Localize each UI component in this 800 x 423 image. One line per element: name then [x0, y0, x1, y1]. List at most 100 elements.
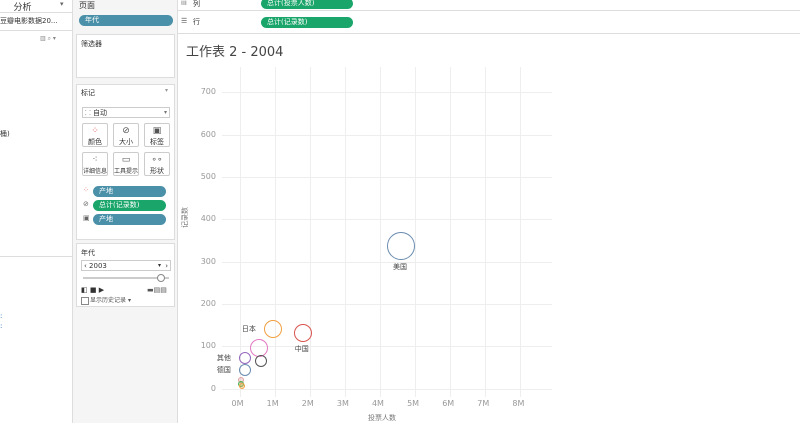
year-card-title: 年代: [81, 249, 95, 257]
plot-area[interactable]: 美国 日本 中国 其他 德国: [217, 67, 552, 397]
shape-button[interactable]: ∘∘ 形状: [144, 152, 170, 176]
rows-shelf-icon: ☰: [181, 17, 188, 25]
y-gridline: [222, 219, 552, 221]
y-gridline: [222, 134, 552, 136]
x-tick-label: 6M: [442, 399, 455, 408]
x-tick-label: 0M: [231, 399, 244, 408]
y-gridline: [222, 346, 552, 348]
year-slider-thumb[interactable]: [157, 274, 165, 282]
tooltip-icon: ▭: [121, 155, 131, 165]
step-back-icon[interactable]: ◧: [81, 286, 88, 294]
scatter-point[interactable]: [387, 232, 416, 261]
filters-card: 筛选器: [76, 34, 175, 78]
stop-icon[interactable]: ■: [90, 286, 97, 294]
filters-title: 筛选器: [81, 40, 102, 48]
y-tick-label: 100: [200, 341, 216, 351]
sheet-title: 工作表 2 - 2004: [186, 45, 284, 60]
y-tick-label: 700: [200, 87, 216, 97]
datasource-name[interactable]: 豆瓣电影数据20...: [0, 16, 72, 26]
pill-icon-color: ⁘: [83, 186, 89, 194]
scatter-point[interactable]: [293, 324, 312, 343]
y-tick-label: 0: [210, 383, 216, 393]
playback-controls[interactable]: ◧ ■ ▶: [81, 286, 104, 294]
scatter-point[interactable]: [263, 319, 282, 338]
y-tick-label: 600: [200, 129, 216, 139]
marks-pill-label[interactable]: 产地: [93, 214, 166, 225]
mark-type-select[interactable]: ⸬ 自动 ▾: [82, 107, 170, 118]
tooltip-button[interactable]: ▭ 工具提示: [113, 152, 139, 176]
tab-analysis[interactable]: 分析: [0, 0, 45, 13]
x-gridline: [485, 67, 487, 397]
y-tick-label: 500: [200, 172, 216, 181]
point-label: 美国: [393, 263, 408, 272]
year-select[interactable]: ‹ 2003 ▾ ›: [81, 260, 171, 271]
size-icon: ⊘: [122, 126, 130, 136]
y-axis-label: 记录数: [181, 207, 189, 228]
year-value: 2003: [89, 262, 107, 270]
speed-controls[interactable]: ▬▤▤: [147, 286, 167, 294]
x-axis-label: 投票人数: [368, 414, 396, 422]
field-icon: :: [0, 312, 3, 320]
panel-divider: [0, 30, 72, 31]
point-label: 中国: [294, 345, 309, 354]
x-tick-label: 5M: [407, 399, 420, 408]
chevron-down-icon[interactable]: ▾: [158, 261, 161, 271]
x-gridline: [415, 67, 417, 397]
scatter-point[interactable]: [238, 351, 251, 364]
y-gridline: [222, 388, 552, 390]
pages-title: 页面: [79, 1, 95, 10]
x-tick-label: 4M: [371, 399, 384, 408]
rows-shelf[interactable]: ☰ 行 总计(记录数): [178, 13, 800, 34]
x-gridline: [344, 67, 346, 397]
mark-type-value: 自动: [93, 109, 108, 117]
show-history-label[interactable]: 显示历史记录 ▾: [90, 295, 131, 304]
x-tick-label: 1M: [266, 399, 279, 408]
pages-pill-year[interactable]: 年代: [79, 15, 173, 26]
scatter-point[interactable]: [238, 364, 251, 377]
x-tick-label: 2M: [301, 399, 314, 408]
prev-icon[interactable]: ‹: [84, 262, 87, 270]
data-panel: 分析 ▾ 豆瓣电影数据20... ▥ ⌕ ▾ 桶) : :: [0, 0, 73, 423]
label-icon: ▣: [152, 126, 162, 136]
color-button[interactable]: ⁘ 颜色: [82, 123, 108, 147]
y-tick-label: 300: [200, 256, 216, 266]
x-tick-label: 7M: [477, 399, 490, 408]
scatter-point[interactable]: [254, 355, 267, 368]
y-tick-label: 200: [200, 298, 216, 308]
show-history-checkbox[interactable]: [81, 297, 89, 305]
next-icon[interactable]: ›: [165, 261, 168, 271]
x-gridline: [379, 67, 381, 397]
marks-collapse-icon[interactable]: ▾: [165, 87, 168, 94]
marks-title: 标记: [81, 89, 95, 97]
marks-pill-color[interactable]: 产地: [93, 186, 166, 197]
play-icon[interactable]: ▶: [99, 286, 104, 294]
view-toggle-icon[interactable]: ▥ ⌕ ▾: [40, 35, 56, 43]
marks-pill-size[interactable]: 总计(记录数): [93, 200, 166, 211]
panel-divider: [0, 12, 72, 13]
year-card: 年代 ‹ 2003 ▾ › ◧ ■ ▶ ▬▤▤ 显示历史记录 ▾: [76, 243, 175, 307]
y-tick-labels: 0 100 200 300 400 500 600 700: [190, 67, 216, 397]
x-tick-label: 3M: [336, 399, 349, 408]
x-gridline: [239, 67, 241, 397]
point-label: 德国: [216, 366, 231, 375]
rows-pill[interactable]: 总计(记录数): [261, 17, 353, 28]
size-button[interactable]: ⊘ 大小: [113, 123, 139, 147]
columns-shelf[interactable]: iii 列 总计(投票人数): [178, 0, 800, 11]
point-label: 其他: [216, 353, 231, 362]
shape-icon: ∘∘: [151, 155, 163, 165]
y-gridline: [222, 92, 552, 94]
label-button[interactable]: ▣ 标签: [144, 123, 170, 147]
marks-card: 标记 ▾ ⸬ 自动 ▾ ⁘ 颜色 ⊘ 大小 ▣ 标签 ⁖ 详细信息 ▭ 工具提示…: [76, 84, 175, 240]
columns-shelf-label: 列: [193, 0, 200, 8]
color-dots-icon: ⁘: [91, 126, 99, 136]
detail-icon: ⁖: [92, 155, 98, 165]
field-fragment: 桶): [0, 130, 10, 138]
y-gridline: [222, 261, 552, 263]
columns-shelf-icon: iii: [181, 0, 187, 7]
columns-pill[interactable]: 总计(投票人数): [261, 0, 353, 9]
x-gridline: [309, 67, 311, 397]
tab-dropdown-icon[interactable]: ▾: [60, 0, 64, 8]
field-icon: :: [0, 322, 3, 330]
detail-button[interactable]: ⁖ 详细信息: [82, 152, 108, 176]
pill-icon-label: ▣: [83, 214, 90, 222]
